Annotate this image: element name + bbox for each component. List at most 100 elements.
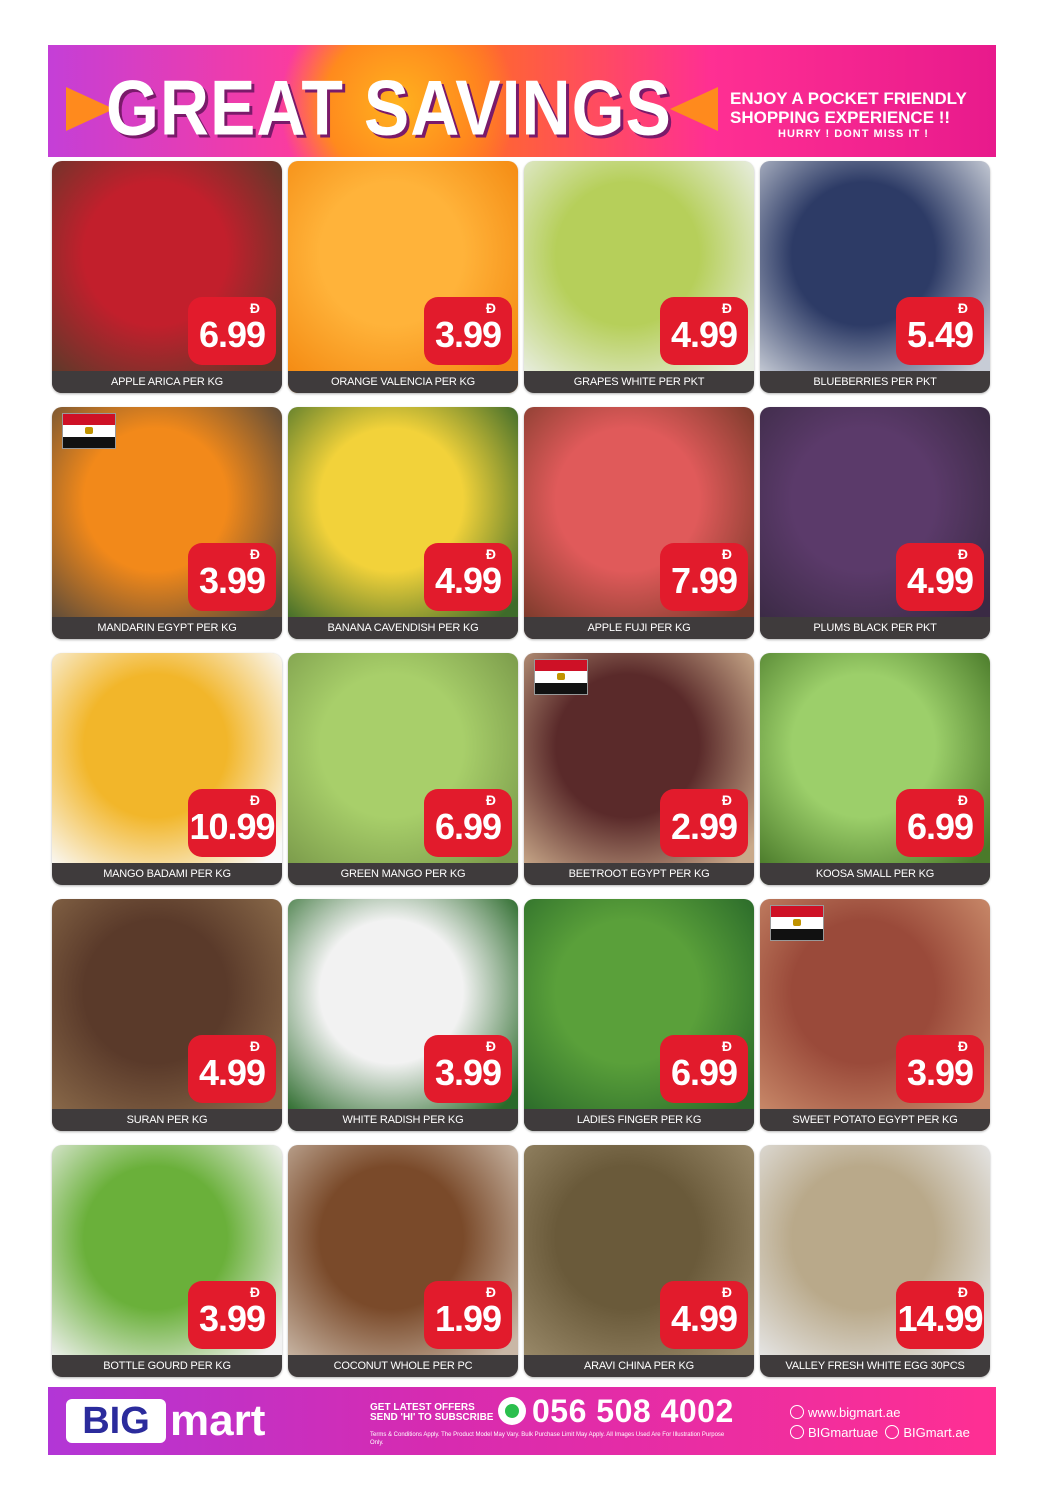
- product-name: GRAPES WHITE PER PKT: [524, 371, 754, 393]
- price-value: 3.99: [434, 1052, 502, 1093]
- product-tile[interactable]: Đ 4.99 GRAPES WHITE PER PKT: [524, 161, 754, 393]
- egypt-flag-icon: [62, 413, 116, 449]
- price-badge: Đ 4.99: [660, 1281, 748, 1349]
- product-tile[interactable]: Đ 4.99 SURAN PER KG: [52, 899, 282, 1131]
- product-tile[interactable]: Đ 14.99 VALLEY FRESH WHITE EGG 30PCS: [760, 1145, 990, 1377]
- product-tile[interactable]: Đ 2.99 BEETROOT EGYPT PER KG: [524, 653, 754, 885]
- price-value: 4.99: [198, 1052, 266, 1093]
- price-badge: Đ 7.99: [660, 543, 748, 611]
- product-name: VALLEY FRESH WHITE EGG 30PCS: [760, 1355, 990, 1377]
- price-badge: Đ 10.99: [188, 789, 276, 857]
- instagram-handle[interactable]: BIGmart.ae: [903, 1425, 969, 1440]
- website-text: www.bigmart.ae: [808, 1405, 901, 1420]
- product-tile[interactable]: Đ 3.99 WHITE RADISH PER KG: [288, 899, 518, 1131]
- price-value: 3.99: [198, 560, 266, 601]
- price-badge: Đ 5.49: [896, 297, 984, 365]
- subscribe-text: GET LATEST OFFERS SEND 'HI' TO SUBSCRIBE: [370, 1403, 493, 1423]
- facebook-icon: [790, 1425, 804, 1439]
- product-tile[interactable]: Đ 4.99 PLUMS BLACK PER PKT: [760, 407, 990, 639]
- price-value: 4.99: [670, 1298, 738, 1339]
- product-name: PLUMS BLACK PER PKT: [760, 617, 990, 639]
- price-badge: Đ 1.99: [424, 1281, 512, 1349]
- price-badge: Đ 6.99: [188, 297, 276, 365]
- product-name: MANGO BADAMI PER KG: [52, 863, 282, 885]
- price-value: 3.99: [434, 314, 502, 355]
- product-tile[interactable]: Đ 4.99 BANANA CAVENDISH PER KG: [288, 407, 518, 639]
- phone-number[interactable]: 056 508 4002: [532, 1391, 734, 1431]
- price-value: 1.99: [434, 1298, 502, 1339]
- bigmart-logo[interactable]: BIG mart: [66, 1396, 294, 1445]
- product-name: MANDARIN EGYPT PER KG: [52, 617, 282, 639]
- product-tile[interactable]: Đ 10.99 MANGO BADAMI PER KG: [52, 653, 282, 885]
- product-tile[interactable]: Đ 3.99 SWEET POTATO EGYPT PER KG: [760, 899, 990, 1131]
- product-name: KOOSA SMALL PER KG: [760, 863, 990, 885]
- product-name: BEETROOT EGYPT PER KG: [524, 863, 754, 885]
- tagline: ENJOY A POCKET FRIENDLY SHOPPING EXPERIE…: [730, 89, 980, 141]
- whatsapp-icon: [498, 1397, 526, 1425]
- price-badge: Đ 4.99: [424, 543, 512, 611]
- price-badge: Đ 2.99: [660, 789, 748, 857]
- arrow-right-decoration-icon: [670, 87, 718, 131]
- header-banner: GREAT SAVINGS ENJOY A POCKET FRIENDLY SH…: [48, 45, 996, 157]
- product-tile[interactable]: Đ 5.49 BLUEBERRIES PER PKT: [760, 161, 990, 393]
- egypt-flag-icon: [770, 905, 824, 941]
- product-tile[interactable]: Đ 3.99 MANDARIN EGYPT PER KG: [52, 407, 282, 639]
- product-name: LADIES FINGER PER KG: [524, 1109, 754, 1131]
- product-name: WHITE RADISH PER KG: [288, 1109, 518, 1131]
- product-name: APPLE FUJI PER KG: [524, 617, 754, 639]
- price-badge: Đ 6.99: [424, 789, 512, 857]
- price-value: 10.99: [189, 806, 275, 847]
- product-tile[interactable]: Đ 4.99 ARAVI CHINA PER KG: [524, 1145, 754, 1377]
- price-badge: Đ 14.99: [896, 1281, 984, 1349]
- website-link[interactable]: www.bigmart.ae: [790, 1405, 900, 1421]
- facebook-handle[interactable]: BIGmartuae: [808, 1425, 878, 1440]
- product-tile[interactable]: Đ 6.99 KOOSA SMALL PER KG: [760, 653, 990, 885]
- product-name: ARAVI CHINA PER KG: [524, 1355, 754, 1377]
- price-badge: Đ 3.99: [424, 297, 512, 365]
- price-value: 6.99: [434, 806, 502, 847]
- product-tile[interactable]: Đ 3.99 BOTTLE GOURD PER KG: [52, 1145, 282, 1377]
- product-grid: Đ 6.99 APPLE ARICA PER KG Đ 3.99 ORANGE VALEN…: [52, 161, 992, 1383]
- product-name: COCONUT WHOLE PER PC: [288, 1355, 518, 1377]
- price-value: 3.99: [906, 1052, 974, 1093]
- tagline-line-1: ENJOY A POCKET FRIENDLY: [730, 89, 967, 108]
- subscribe-line-2: SEND 'HI' TO SUBSCRIBE: [370, 1412, 494, 1423]
- product-tile[interactable]: Đ 6.99 APPLE ARICA PER KG: [52, 161, 282, 393]
- social-links: BIGmartuae BIGmart.ae: [790, 1425, 970, 1441]
- logo-mart-text: mart: [170, 1396, 266, 1445]
- price-value: 3.99: [198, 1298, 266, 1339]
- banner-title: GREAT SAVINGS: [106, 64, 672, 152]
- price-badge: Đ 4.99: [660, 297, 748, 365]
- price-value: 2.99: [670, 806, 738, 847]
- product-name: BLUEBERRIES PER PKT: [760, 371, 990, 393]
- price-value: 14.99: [897, 1298, 983, 1339]
- price-value: 4.99: [670, 314, 738, 355]
- egypt-flag-icon: [534, 659, 588, 695]
- instagram-icon: [885, 1425, 900, 1439]
- price-value: 4.99: [906, 560, 974, 601]
- product-tile[interactable]: Đ 6.99 LADIES FINGER PER KG: [524, 899, 754, 1131]
- price-value: 7.99: [670, 560, 738, 601]
- product-name: GREEN MANGO PER KG: [288, 863, 518, 885]
- globe-icon: [790, 1405, 804, 1419]
- price-badge: Đ 3.99: [188, 1281, 276, 1349]
- footer-bar: BIG mart GET LATEST OFFERS SEND 'HI' TO …: [48, 1387, 996, 1455]
- price-badge: Đ 6.99: [896, 789, 984, 857]
- tagline-line-2: SHOPPING EXPERIENCE !!: [730, 108, 951, 127]
- product-tile[interactable]: Đ 3.99 ORANGE VALENCIA PER KG: [288, 161, 518, 393]
- price-badge: Đ 3.99: [424, 1035, 512, 1103]
- product-name: BOTTLE GOURD PER KG: [52, 1355, 282, 1377]
- product-tile[interactable]: Đ 7.99 APPLE FUJI PER KG: [524, 407, 754, 639]
- price-badge: Đ 3.99: [188, 543, 276, 611]
- product-name: ORANGE VALENCIA PER KG: [288, 371, 518, 393]
- product-name: SWEET POTATO EGYPT PER KG: [760, 1109, 990, 1131]
- product-tile[interactable]: Đ 1.99 COCONUT WHOLE PER PC: [288, 1145, 518, 1377]
- logo-big-text: BIG: [66, 1399, 166, 1443]
- price-badge: Đ 3.99: [896, 1035, 984, 1103]
- price-value: 6.99: [198, 314, 266, 355]
- price-value: 5.49: [906, 314, 974, 355]
- price-badge: Đ 6.99: [660, 1035, 748, 1103]
- tagline-line-3: HURRY ! DONT MISS IT !: [778, 128, 929, 140]
- product-tile[interactable]: Đ 6.99 GREEN MANGO PER KG: [288, 653, 518, 885]
- price-badge: Đ 4.99: [896, 543, 984, 611]
